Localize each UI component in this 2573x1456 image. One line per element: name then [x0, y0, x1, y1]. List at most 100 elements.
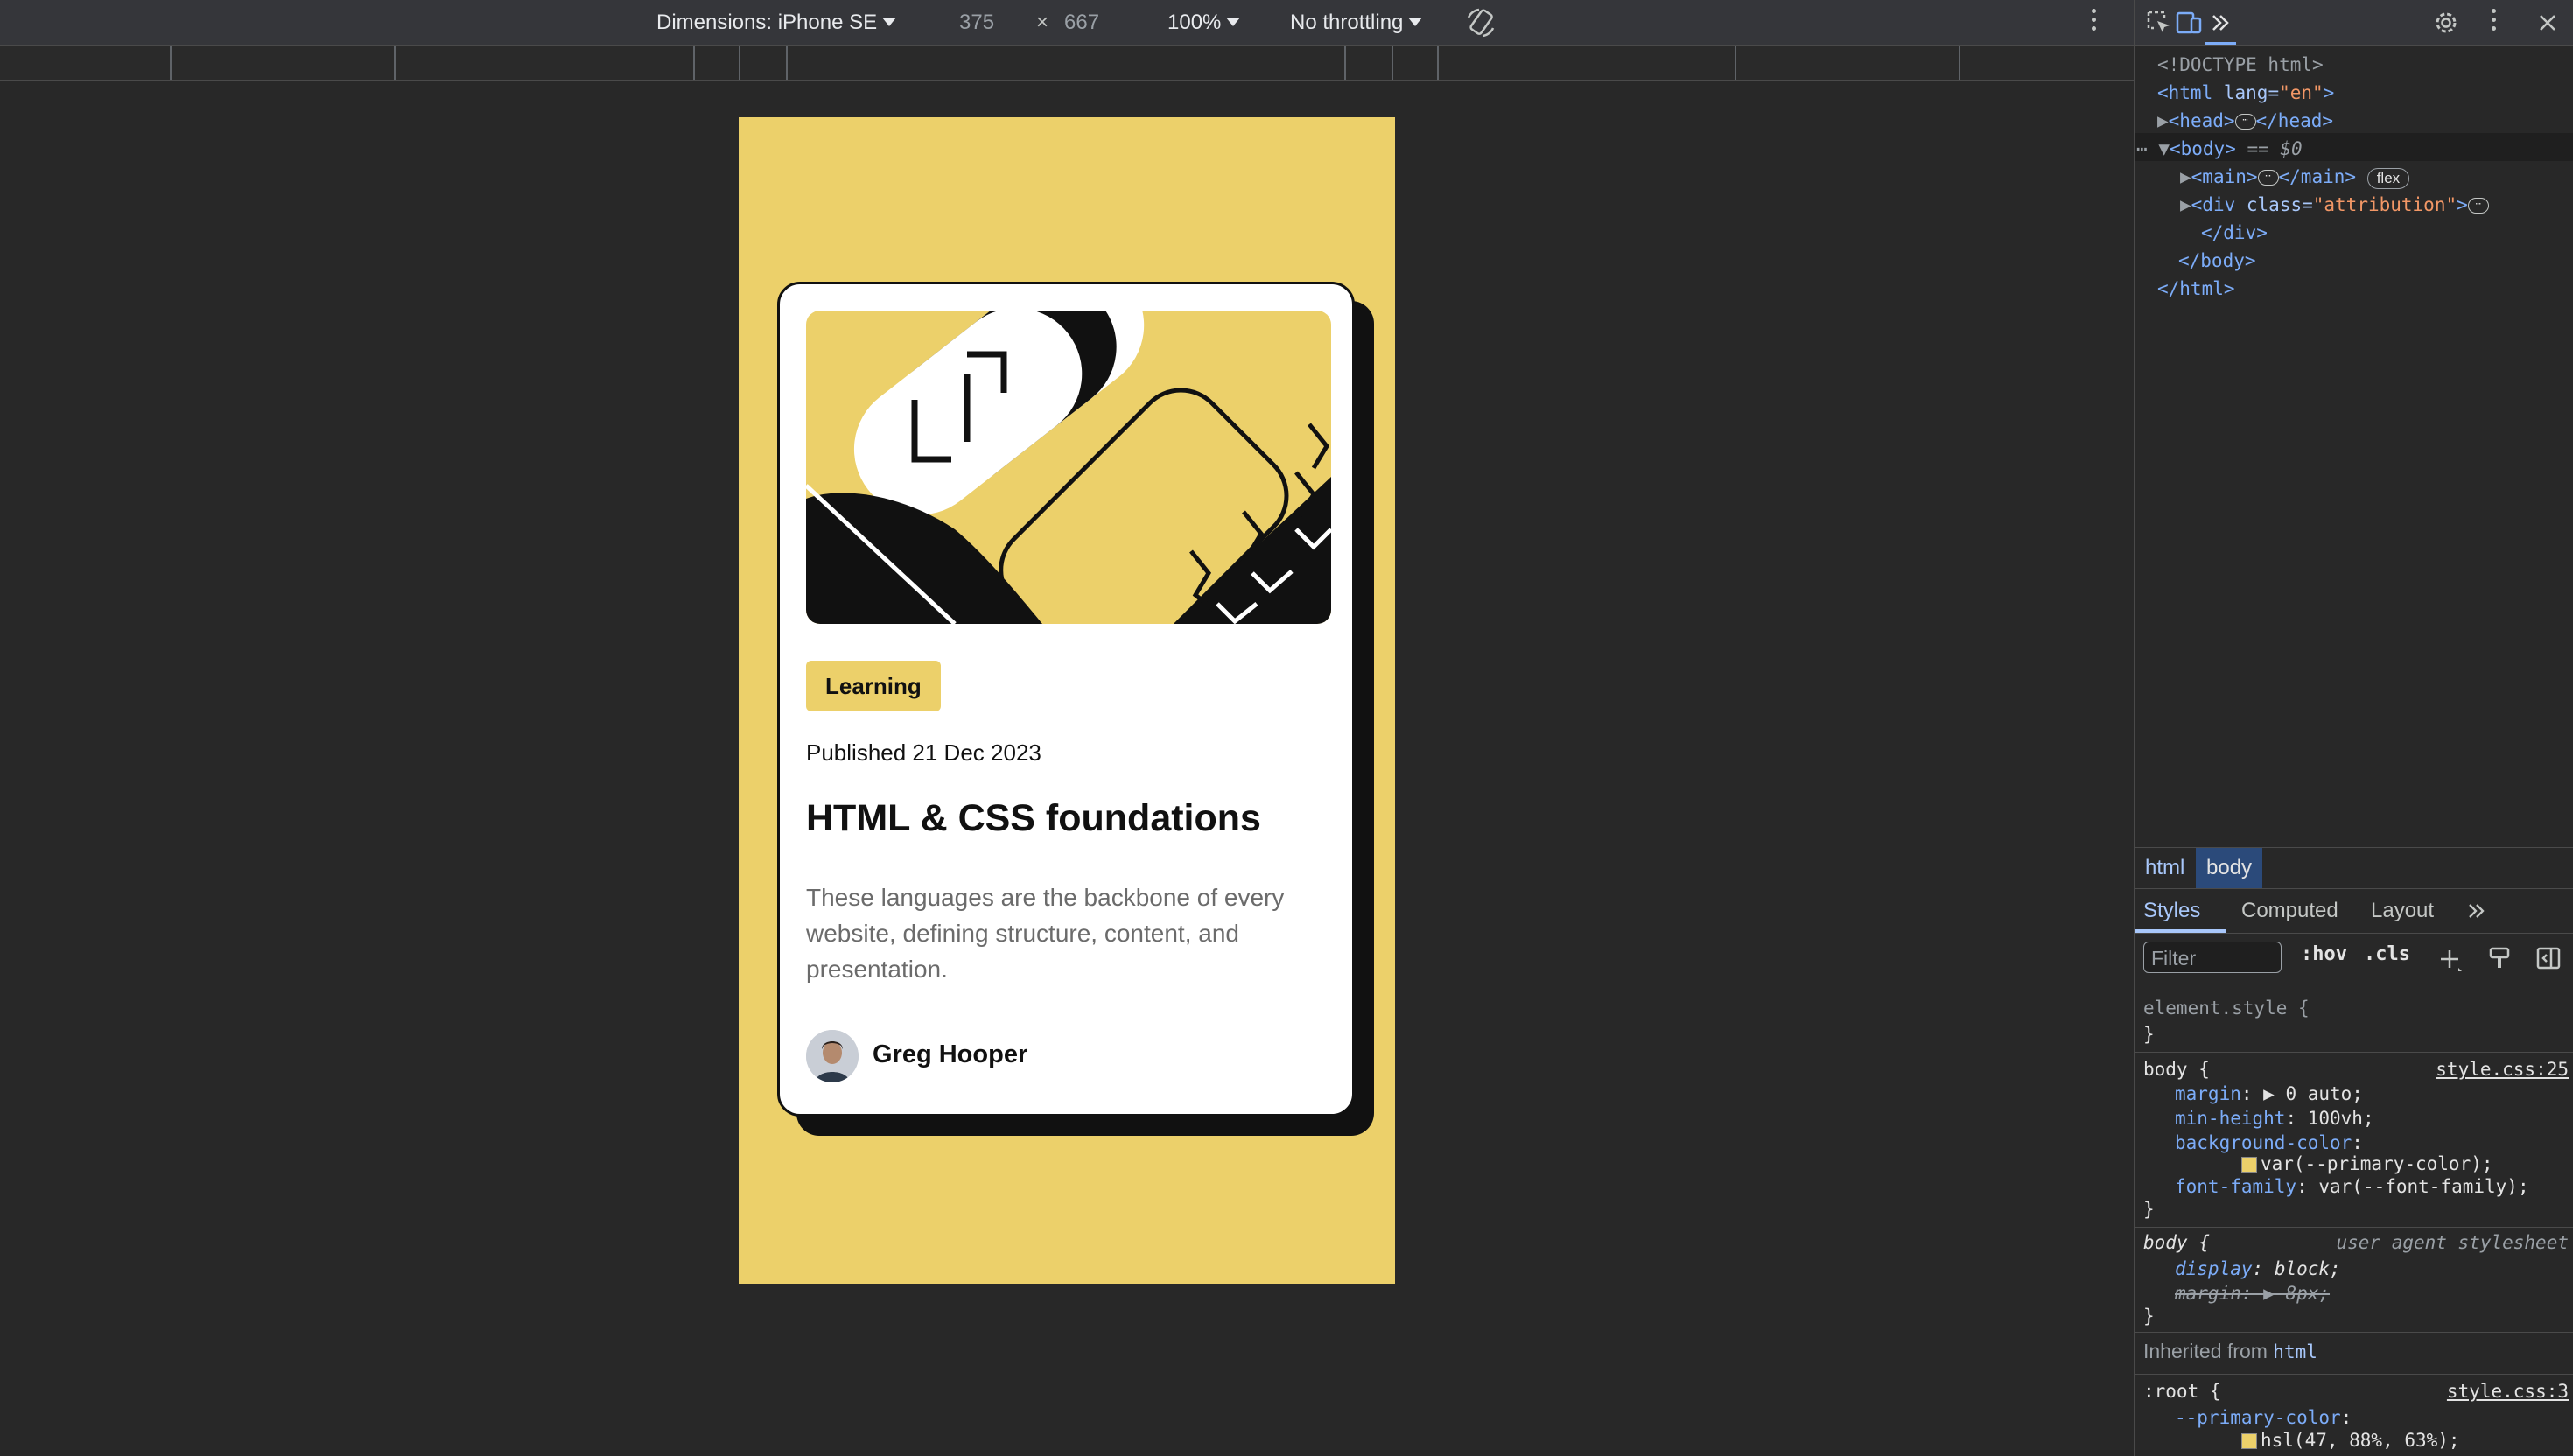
head-close-tag: </head> [2255, 110, 2334, 131]
color-swatch-icon[interactable] [2241, 1157, 2257, 1172]
element-style-selector[interactable]: element.style { [2143, 996, 2310, 1020]
html-gt: > [2323, 82, 2335, 103]
more-panels-icon[interactable] [2206, 9, 2234, 37]
prop-name: margin [2175, 1083, 2241, 1104]
rotate-icon[interactable] [1463, 5, 1498, 40]
rule1-prop-background-value[interactable]: var(--primary-color); [2241, 1152, 2493, 1176]
filter-input[interactable]: Filter [2143, 942, 2282, 973]
card-title[interactable]: HTML & CSS foundations [806, 797, 1261, 840]
rule-divider [2135, 1374, 2573, 1375]
tab-layout[interactable]: Layout [2371, 889, 2434, 933]
active-subtab-indicator [2135, 929, 2226, 933]
lang-attr: lang= [2223, 82, 2280, 103]
expand-triangle-icon[interactable]: ▶ [2157, 110, 2169, 131]
ellipsis-icon[interactable]: ⋯ [2467, 198, 2489, 214]
rule-divider [2135, 1052, 2573, 1053]
throttling-dropdown[interactable]: No throttling [1290, 0, 1423, 46]
zoom-dropdown[interactable]: 100% [1167, 0, 1241, 46]
new-rule-icon[interactable] [2437, 947, 2464, 973]
category-tag[interactable]: Learning [806, 661, 941, 711]
div-gt: > [2457, 194, 2468, 215]
html-open-tag: <html [2157, 82, 2213, 103]
paint-brush-icon[interactable] [2486, 945, 2513, 971]
throttling-label: No throttling [1290, 10, 1404, 34]
close-icon[interactable] [2534, 9, 2562, 37]
attribution-node[interactable]: ▶<div class="attribution"> ⋯ [2180, 191, 2489, 219]
chevron-down-icon [1226, 17, 1241, 26]
rule1-prop-min-height[interactable]: min-height: 100vh; [2175, 1106, 2374, 1130]
rule2-prop-display[interactable]: display: block; [2175, 1256, 2341, 1281]
avatar [806, 1030, 859, 1082]
html-node[interactable]: <html lang="en"> [2157, 79, 2334, 107]
height-input[interactable]: 667 [1064, 0, 1099, 46]
rule-divider [2135, 1332, 2573, 1333]
root-selector[interactable]: :root { [2143, 1379, 2221, 1404]
more-tabs-icon[interactable] [2465, 900, 2488, 922]
color-swatch-icon[interactable] [2241, 1433, 2257, 1449]
inspect-element-icon[interactable] [2145, 9, 2173, 37]
body-open-tag: <body> [2169, 138, 2236, 159]
chevron-down-icon [1408, 17, 1423, 26]
node-menu-icon[interactable]: ⋯ [2136, 138, 2148, 159]
device-toolbar: Dimensions: iPhone SE 375 × 667 100% No … [0, 0, 2134, 46]
root-prop-primary-value[interactable]: hsl(47, 88%, 63%); [2241, 1428, 2460, 1452]
tab-styles[interactable]: Styles [2143, 889, 2200, 933]
root-source-link[interactable]: style.css:3 [2447, 1379, 2569, 1404]
rule1-selector[interactable]: body { [2143, 1057, 2210, 1082]
prop-value: ▶ 0 auto; [2263, 1083, 2363, 1104]
rule-divider [2135, 1227, 2573, 1228]
expand-triangle-icon[interactable]: ▶ [2180, 166, 2191, 187]
prop-name: --primary-color [2175, 1407, 2341, 1428]
prop-value: 100vh; [2307, 1108, 2374, 1129]
body-node[interactable]: ⋯ ▼<body> == $0 [2136, 135, 2303, 163]
expand-triangle-icon[interactable]: ▶ [2180, 194, 2191, 215]
html-close-node[interactable]: </html> [2157, 275, 2235, 303]
inherited-from-link[interactable]: html [2273, 1341, 2317, 1362]
zoom-label: 100% [1167, 10, 1222, 34]
ellipsis-icon[interactable]: ⋯ [2257, 170, 2279, 186]
breadcrumb-body[interactable]: body [2196, 848, 2263, 888]
rule1-prop-font-family[interactable]: font-family: var(--font-family); [2175, 1174, 2529, 1199]
div-close-node[interactable]: </div> [2201, 219, 2268, 247]
author-name: Greg Hooper [873, 1040, 1028, 1068]
gear-icon[interactable] [2432, 9, 2460, 37]
devtools-menu-icon[interactable] [2492, 9, 2496, 31]
rule1-prop-margin[interactable]: margin: ▶ 0 auto; [2175, 1082, 2363, 1106]
width-input[interactable]: 375 [959, 0, 994, 46]
close-brace: } [2143, 1199, 2155, 1220]
lang-value: "en" [2279, 82, 2324, 103]
device-toggle-icon[interactable] [2175, 9, 2203, 37]
prop-value: block; [2274, 1258, 2341, 1279]
main-node[interactable]: ▶<main> ⋯ </main> flex [2180, 163, 2410, 191]
main-close-tag: </main> [2278, 166, 2357, 187]
devtools-panel: <!DOCTYPE html> <html lang="en"> ▶<head>… [2134, 0, 2573, 1456]
dimensions-label: Dimensions: iPhone SE [656, 10, 878, 34]
styles-filter-row: Filter :hov .cls [2135, 934, 2573, 984]
breadcrumb-html[interactable]: html [2135, 848, 2195, 888]
ellipsis-icon[interactable]: ⋯ [2234, 114, 2256, 130]
more-options-icon[interactable] [2088, 9, 2099, 37]
chevron-down-icon [882, 17, 897, 26]
rule2-prop-margin-overridden[interactable]: margin: ▶ 8px; [2175, 1281, 2330, 1306]
doctype-node[interactable]: <!DOCTYPE html> [2157, 51, 2324, 79]
phone-viewport: Learning Published 21 Dec 2023 HTML & CS… [739, 117, 1395, 1284]
rule2-selector[interactable]: body { [2143, 1230, 2210, 1255]
body-close-node[interactable]: </body> [2178, 247, 2256, 275]
root-prop-primary-color[interactable]: --primary-color: [2175, 1405, 2352, 1430]
tab-computed[interactable]: Computed [2241, 889, 2338, 933]
collapse-triangle-icon[interactable]: ▼ [2158, 138, 2170, 159]
prop-name: font-family [2175, 1176, 2297, 1197]
media-query-ruler [0, 46, 2134, 80]
main-open-tag: <main> [2191, 166, 2258, 187]
dimensions-dropdown[interactable]: Dimensions: iPhone SE [656, 0, 897, 46]
rule2-source: user agent stylesheet [2336, 1232, 2569, 1253]
close-brace: } [2143, 1306, 2155, 1326]
hov-button[interactable]: :hov [2301, 943, 2347, 965]
head-node[interactable]: ▶<head> ⋯ </head> [2157, 107, 2333, 135]
sidebar-toggle-icon[interactable] [2535, 945, 2562, 971]
close-brace: } [2143, 1024, 2155, 1045]
rule1-source-link[interactable]: style.css:25 [2436, 1057, 2569, 1082]
cls-button[interactable]: .cls [2364, 943, 2410, 965]
prop-value: var(--primary-color); [2261, 1153, 2493, 1174]
flex-badge[interactable]: flex [2366, 168, 2410, 189]
